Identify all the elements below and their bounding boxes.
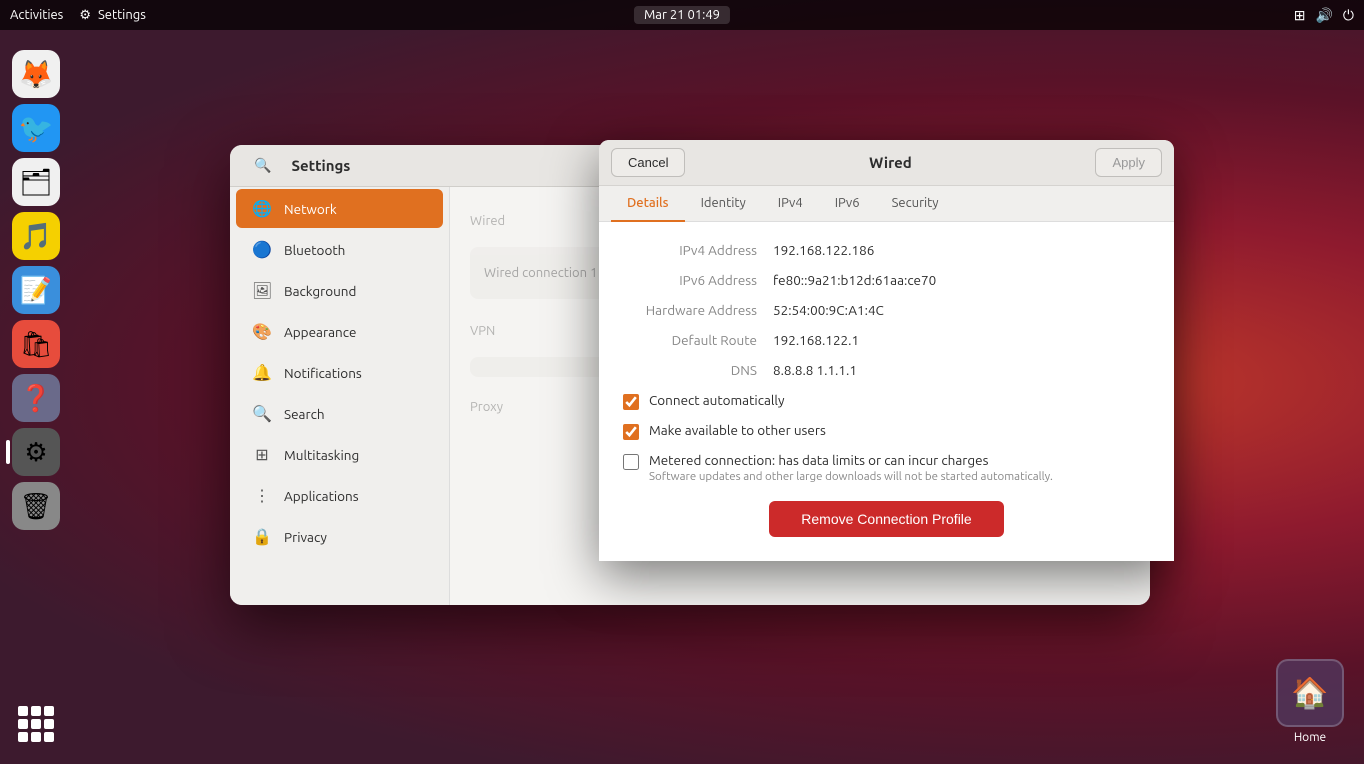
tab-details[interactable]: Details <box>611 186 685 222</box>
ipv6-address-row: IPv6 Address fe80::9a21:b12d:61aa:ce70 <box>623 272 1150 288</box>
topbar-right: ⊞ 🔊 ⏻ <box>1294 7 1354 24</box>
default-route-label: Default Route <box>623 332 773 348</box>
ipv6-address-label: IPv6 Address <box>623 272 773 288</box>
multitasking-sidebar-icon: ⊞ <box>252 445 272 464</box>
wired-section-label: Wired <box>470 214 505 228</box>
dock-item-trash[interactable]: 🗑 <box>12 482 60 530</box>
hardware-address-value: 52:54:00:9C:A1:4C <box>773 302 884 318</box>
tab-ipv4[interactable]: IPv4 <box>762 186 819 222</box>
dock-item-help[interactable]: ❓ <box>12 374 60 422</box>
hardware-address-row: Hardware Address 52:54:00:9C:A1:4C <box>623 302 1150 318</box>
connect-auto-row: Connect automatically <box>623 392 1150 410</box>
wired-profile-name: Wired connection 1 <box>484 266 597 280</box>
dock-item-files[interactable]: 🗂 <box>12 158 60 206</box>
tab-ipv6[interactable]: IPv6 <box>819 186 876 222</box>
settings-search-bar: 🔍 <box>242 157 283 174</box>
settings-gear-icon: ⚙ <box>79 8 91 22</box>
network-sidebar-icon: 🌐 <box>252 199 272 218</box>
datetime-display[interactable]: Mar 21 01:49 <box>634 6 730 24</box>
settings-sidebar: 🌐 Network 🔵 Bluetooth 🖼 Background 🎨 App… <box>230 187 450 605</box>
dialog-tabs: Details Identity IPv4 IPv6 Security <box>599 186 1174 222</box>
background-sidebar-icon: 🖼 <box>252 281 272 300</box>
dialog-titlebar: Cancel Wired Apply <box>599 140 1174 186</box>
sidebar-item-privacy[interactable]: 🔒 Privacy <box>236 517 443 556</box>
ipv4-address-row: IPv4 Address 192.168.122.186 <box>623 242 1150 258</box>
apply-button[interactable]: Apply <box>1095 148 1162 177</box>
connect-auto-label[interactable]: Connect automatically <box>649 392 784 408</box>
wired-dialog: Cancel Wired Apply Details Identity IPv4… <box>599 140 1174 561</box>
ipv4-address-label: IPv4 Address <box>623 242 773 258</box>
sidebar-item-search[interactable]: 🔍 Search <box>236 394 443 433</box>
metered-label[interactable]: Metered connection: has data limits or c… <box>649 452 1053 468</box>
dns-row: DNS 8.8.8.8 1.1.1.1 <box>623 362 1150 378</box>
sidebar-item-network-label: Network <box>284 201 337 217</box>
volume-icon[interactable]: 🔊 <box>1315 7 1332 24</box>
home-icon-label: Home <box>1294 731 1326 744</box>
sidebar-item-search-label: Search <box>284 406 325 422</box>
ipv6-address-value: fe80::9a21:b12d:61aa:ce70 <box>773 272 936 288</box>
metered-checkbox[interactable] <box>623 454 639 470</box>
dock-item-settings[interactable]: ⚙ <box>12 428 60 476</box>
sidebar-item-notifications-label: Notifications <box>284 365 362 381</box>
sidebar-item-privacy-label: Privacy <box>284 529 327 545</box>
dock-item-firefox[interactable]: 🦊 <box>12 50 60 98</box>
sidebar-item-notifications[interactable]: 🔔 Notifications <box>236 353 443 392</box>
dock-item-software[interactable]: 🛍 <box>12 320 60 368</box>
default-route-row: Default Route 192.168.122.1 <box>623 332 1150 348</box>
dns-label: DNS <box>623 362 773 378</box>
remove-connection-button[interactable]: Remove Connection Profile <box>769 501 1003 537</box>
dns-value: 8.8.8.8 1.1.1.1 <box>773 362 857 378</box>
sidebar-item-applications-label: Applications <box>284 488 359 504</box>
home-icon-container: 🏠 Home <box>1276 659 1344 744</box>
topbar-left: Activities ⚙ Settings <box>10 8 146 23</box>
bluetooth-sidebar-icon: 🔵 <box>252 240 272 259</box>
grid-icon <box>18 706 54 742</box>
topbar-center: Mar 21 01:49 <box>634 6 730 24</box>
sidebar-item-appearance-label: Appearance <box>284 324 356 340</box>
home-icon-button[interactable]: 🏠 <box>1276 659 1344 727</box>
dialog-title: Wired <box>869 154 912 171</box>
sidebar-item-multitasking-label: Multitasking <box>284 447 359 463</box>
tab-identity[interactable]: Identity <box>685 186 762 222</box>
show-all-apps-button[interactable] <box>12 700 60 748</box>
search-sidebar-icon: 🔍 <box>252 404 272 423</box>
dock-item-rhythmbox[interactable]: 🎵 <box>12 212 60 260</box>
search-icon: 🔍 <box>254 157 271 174</box>
sidebar-item-multitasking[interactable]: ⊞ Multitasking <box>236 435 443 474</box>
available-users-label[interactable]: Make available to other users <box>649 422 826 438</box>
sidebar-item-network[interactable]: 🌐 Network <box>236 189 443 228</box>
dock-item-thunderbird[interactable]: 🐦 <box>12 104 60 152</box>
dock: 🦊 🐦 🗂 🎵 📝 🛍 ❓ ⚙ 🗑 <box>0 30 72 764</box>
metered-row: Metered connection: has data limits or c… <box>623 452 1150 483</box>
notifications-sidebar-icon: 🔔 <box>252 363 272 382</box>
appearance-sidebar-icon: 🎨 <box>252 322 272 341</box>
sidebar-item-bluetooth[interactable]: 🔵 Bluetooth <box>236 230 443 269</box>
available-users-row: Make available to other users <box>623 422 1150 440</box>
activities-button[interactable]: Activities <box>10 8 63 22</box>
proxy-label: Proxy <box>470 400 503 414</box>
sidebar-item-appearance[interactable]: 🎨 Appearance <box>236 312 443 351</box>
default-route-value: 192.168.122.1 <box>773 332 859 348</box>
vpn-section-label: VPN <box>470 324 495 338</box>
dock-item-writer[interactable]: 📝 <box>12 266 60 314</box>
dialog-content: IPv4 Address 192.168.122.186 IPv6 Addres… <box>599 222 1174 561</box>
network-icon[interactable]: ⊞ <box>1294 7 1306 24</box>
settings-app-label: ⚙ Settings <box>79 8 146 23</box>
cancel-button[interactable]: Cancel <box>611 148 685 177</box>
connect-auto-checkbox[interactable] <box>623 394 639 410</box>
sidebar-item-background-label: Background <box>284 283 356 299</box>
available-users-checkbox[interactable] <box>623 424 639 440</box>
ipv4-address-value: 192.168.122.186 <box>773 242 874 258</box>
power-icon[interactable]: ⏻ <box>1343 7 1354 24</box>
topbar: Activities ⚙ Settings Mar 21 01:49 ⊞ 🔊 ⏻ <box>0 0 1364 30</box>
applications-sidebar-icon: ⋮ <box>252 486 272 505</box>
metered-sublabel: Software updates and other large downloa… <box>649 470 1053 483</box>
hardware-address-label: Hardware Address <box>623 302 773 318</box>
privacy-sidebar-icon: 🔒 <box>252 527 272 546</box>
sidebar-item-background[interactable]: 🖼 Background <box>236 271 443 310</box>
tab-security[interactable]: Security <box>876 186 955 222</box>
sidebar-item-bluetooth-label: Bluetooth <box>284 242 345 258</box>
sidebar-item-applications[interactable]: ⋮ Applications <box>236 476 443 515</box>
